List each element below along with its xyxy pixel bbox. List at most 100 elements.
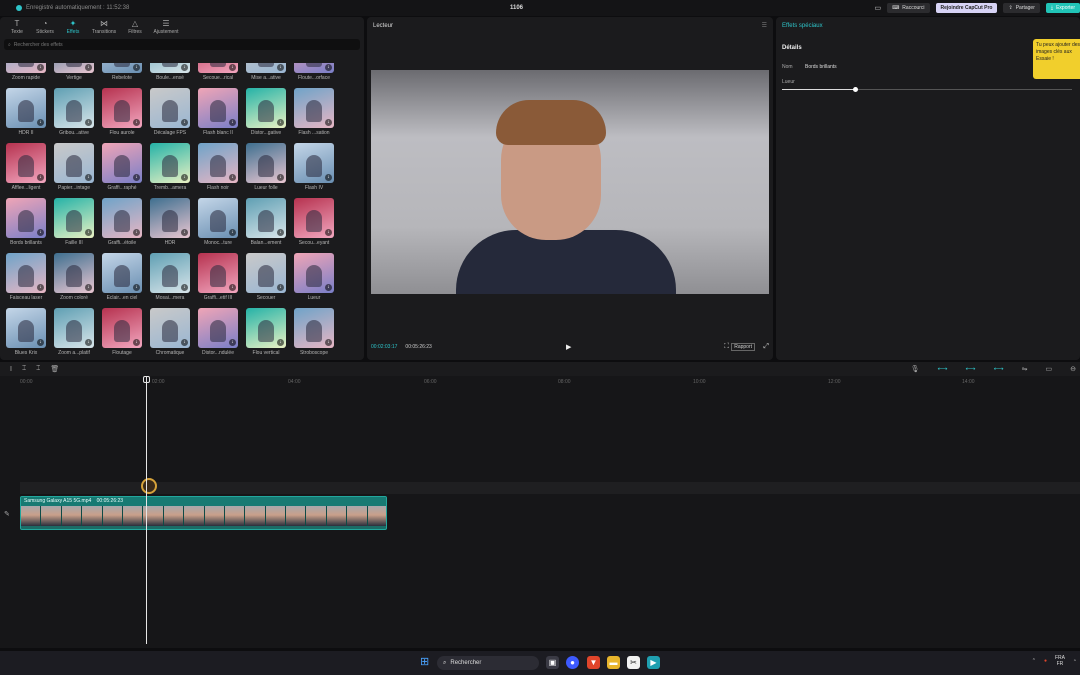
select-icon[interactable]: I	[10, 366, 12, 373]
properties-tab-effects[interactable]: Effets spéciaux	[776, 17, 1080, 35]
effect-item[interactable]: ↓ Décalage FPS	[150, 88, 190, 136]
download-icon[interactable]: ↓	[229, 174, 236, 181]
tab-text[interactable]: T Texte	[4, 19, 30, 37]
effect-item[interactable]: ↓ Rebelote	[102, 63, 142, 81]
download-icon[interactable]: ↓	[133, 119, 140, 126]
download-icon[interactable]: ↓	[277, 64, 284, 71]
download-icon[interactable]: ↓	[85, 284, 92, 291]
effect-item[interactable]: ↓ Stroboscope	[294, 308, 334, 356]
effect-item[interactable]: ↓ Mosai...mera	[150, 253, 190, 301]
export-button[interactable]: ⤓ Exporter	[1045, 3, 1080, 13]
effect-item[interactable]: ↓ Graffi...etif III	[198, 253, 238, 301]
edit-track-icon[interactable]: ✎	[4, 510, 10, 518]
download-icon[interactable]: ↓	[181, 64, 188, 71]
zoom-out-icon[interactable]: ⊖	[1070, 365, 1076, 373]
effect-item[interactable]: ↓ Secoue...rical	[198, 63, 238, 81]
download-icon[interactable]: ↓	[133, 64, 140, 71]
glow-slider-handle[interactable]	[852, 87, 858, 92]
download-icon[interactable]: ↓	[85, 229, 92, 236]
tab-transitions[interactable]: ⋈ Transitions	[88, 19, 120, 37]
split-icon[interactable]: ⌶	[22, 365, 26, 373]
effect-item[interactable]: ↓ Faille III	[54, 198, 94, 246]
fit-icon[interactable]: ⛶	[724, 343, 729, 351]
taskbar-search[interactable]: ⌕ Rechercher	[437, 656, 539, 670]
download-icon[interactable]: ↓	[229, 119, 236, 126]
microphone-icon[interactable]: ●	[1044, 658, 1047, 664]
effect-item[interactable]: ↓ Bords brillants	[6, 198, 46, 246]
download-icon[interactable]: ↓	[181, 119, 188, 126]
shortcuts-button[interactable]: ⌨ Raccourci	[887, 3, 930, 13]
video-preview[interactable]	[371, 70, 769, 294]
download-icon[interactable]: ↓	[277, 284, 284, 291]
effect-item[interactable]: ↓ Blues Krix	[6, 308, 46, 356]
ratio-button[interactable]: Rapport	[731, 343, 755, 351]
effect-item[interactable]: ↓ Balan...ement	[246, 198, 286, 246]
download-icon[interactable]: ↓	[325, 174, 332, 181]
effect-item[interactable]: ↓ Graffi...raphé	[102, 143, 142, 191]
microphone-icon[interactable]: 🎙	[911, 365, 920, 373]
download-icon[interactable]: ↓	[37, 119, 44, 126]
project-name[interactable]: 1106	[510, 5, 523, 11]
effect-item[interactable]: ↓ Flash ...sation	[294, 88, 334, 136]
effect-item[interactable]: ↓ Floutage	[102, 308, 142, 356]
effect-item[interactable]: ↓ Flou vertical	[246, 308, 286, 356]
brave-browser-icon[interactable]: ▼	[587, 656, 600, 669]
effect-item[interactable]: ↓ Zoom rapide	[6, 63, 46, 81]
effect-item[interactable]: ↓ Graffi...étoile	[102, 198, 142, 246]
effect-item[interactable]: ↓ Flash blanc II	[198, 88, 238, 136]
capcut-app-icon[interactable]: ✂	[627, 656, 640, 669]
download-icon[interactable]: ↓	[85, 174, 92, 181]
effect-item[interactable]: ↓ Afflee...ligent	[6, 143, 46, 191]
windows-start-icon[interactable]: ⊞	[420, 657, 431, 668]
download-icon[interactable]: ↓	[277, 119, 284, 126]
download-icon[interactable]: ↓	[37, 339, 44, 346]
download-icon[interactable]: ↓	[229, 339, 236, 346]
download-icon[interactable]: ↓	[277, 339, 284, 346]
app-icon[interactable]: ▶	[647, 656, 660, 669]
effect-item[interactable]: ↓ HDR II	[6, 88, 46, 136]
download-icon[interactable]: ↓	[229, 229, 236, 236]
download-icon[interactable]: ↓	[85, 64, 92, 71]
effect-item[interactable]: ↓ Secou...eyant	[294, 198, 334, 246]
effect-item[interactable]: ↓ Flash noir	[198, 143, 238, 191]
effect-item[interactable]: ↓ Zoom coloré	[54, 253, 94, 301]
download-icon[interactable]: ↓	[37, 229, 44, 236]
effect-item[interactable]: ↓ HDR	[150, 198, 190, 246]
effect-item[interactable]: ↓ Lueur folle	[246, 143, 286, 191]
effect-item[interactable]: ↓ Lueur	[294, 253, 334, 301]
effect-item[interactable]: ↓ Zoom a...platif	[54, 308, 94, 356]
chevron-up-icon[interactable]: ⌃	[1032, 658, 1036, 664]
download-icon[interactable]: ↓	[37, 174, 44, 181]
effect-item[interactable]: ↓ Boule...ensé	[150, 63, 190, 81]
link-preview-icon[interactable]: ⟷	[994, 365, 1004, 373]
effect-item[interactable]: ↓ Papier...intage	[54, 143, 94, 191]
link-main-icon[interactable]: ⟷	[937, 365, 947, 373]
caption-icon[interactable]: ▭	[1046, 365, 1053, 373]
download-icon[interactable]: ↓	[133, 284, 140, 291]
effect-item[interactable]: ↓ Flash IV	[294, 143, 334, 191]
download-icon[interactable]: ↓	[181, 284, 188, 291]
download-icon[interactable]: ↓	[277, 174, 284, 181]
download-icon[interactable]: ↓	[37, 284, 44, 291]
download-icon[interactable]: ↓	[325, 339, 332, 346]
effects-search-input[interactable]: ⌕ Rechercher des effets	[4, 39, 360, 50]
effect-item[interactable]: ↓ Gribou...ative	[54, 88, 94, 136]
effect-item[interactable]: ↓ Floute...orface	[294, 63, 334, 81]
download-icon[interactable]: ↓	[325, 229, 332, 236]
chat-app-icon[interactable]: ●	[566, 656, 579, 669]
join-pro-button[interactable]: Rejoindre CapCut Pro	[935, 3, 998, 13]
effect-item[interactable]: ↓ Vertige	[54, 63, 94, 81]
effect-item[interactable]: ↓ Mise a...ative	[246, 63, 286, 81]
download-icon[interactable]: ↓	[181, 174, 188, 181]
playhead-handle[interactable]	[143, 376, 150, 383]
effect-item[interactable]: ↓ Faisceau laser	[6, 253, 46, 301]
effect-item[interactable]: ↓ Monoc...ture	[198, 198, 238, 246]
trim-icon[interactable]: ⌶	[36, 365, 40, 373]
effect-item[interactable]: ↓ Flou aurole	[102, 88, 142, 136]
tab-adjust[interactable]: ☰ Ajustement	[150, 19, 182, 37]
play-icon[interactable]: ▶	[566, 343, 571, 351]
tab-stickers[interactable]: ◔ Stickers	[32, 19, 58, 37]
download-icon[interactable]: ↓	[181, 339, 188, 346]
download-icon[interactable]: ↓	[85, 339, 92, 346]
download-icon[interactable]: ↓	[277, 229, 284, 236]
